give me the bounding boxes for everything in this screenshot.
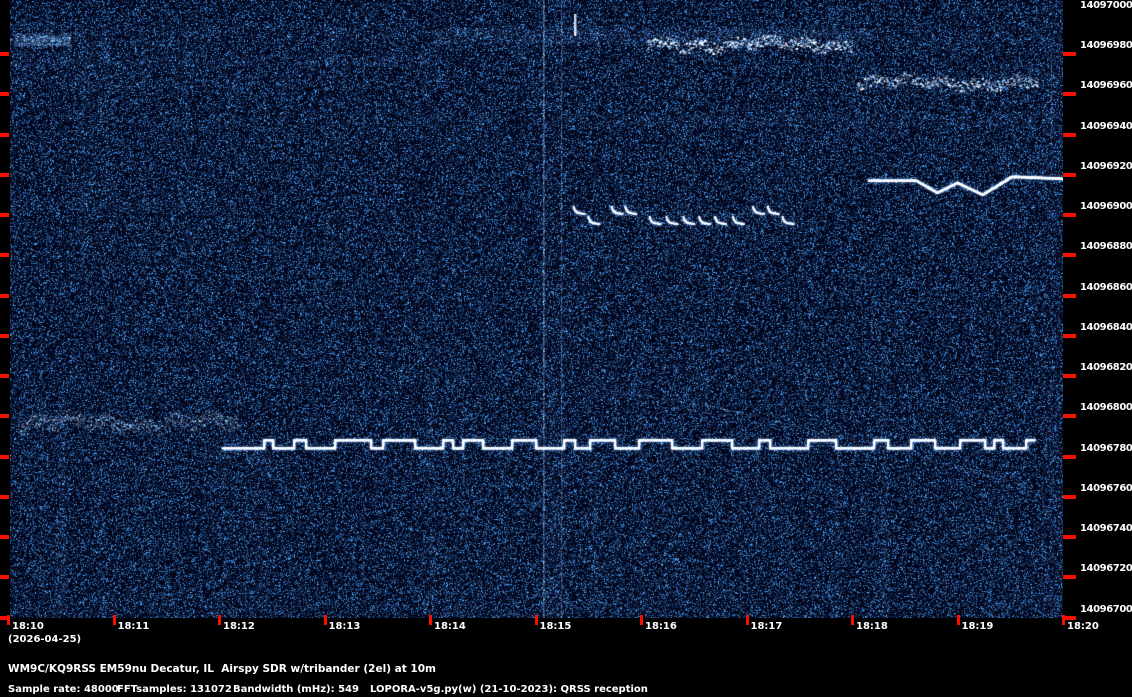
freq-tick-label: 14096820 bbox=[1080, 362, 1132, 373]
time-tick-label: 18:12 bbox=[223, 621, 255, 632]
freq-tick-right bbox=[1063, 172, 1076, 177]
time-tick bbox=[112, 615, 116, 625]
time-tick-label: 18:15 bbox=[539, 621, 572, 632]
freq-tick-left bbox=[0, 535, 9, 539]
freq-tick-left bbox=[0, 172, 9, 177]
time-tick-label: 18:20 bbox=[1067, 621, 1099, 632]
time-tick-label: 18:17 bbox=[750, 621, 783, 632]
param-sample-rate: Sample rate: 48000 bbox=[8, 684, 119, 695]
freq-tick-label: 14096880 bbox=[1080, 241, 1132, 253]
time-tick bbox=[323, 615, 327, 625]
time-tick bbox=[851, 615, 854, 625]
time-tick-label: 18:11 bbox=[117, 621, 150, 632]
freq-tick-left bbox=[0, 374, 9, 378]
freq-tick-right bbox=[1063, 535, 1076, 539]
freq-tick-right bbox=[1063, 253, 1076, 258]
freq-tick-left bbox=[0, 253, 9, 258]
time-tick bbox=[640, 615, 643, 625]
freq-tick-label: 14096720 bbox=[1080, 563, 1132, 575]
freq-tick-label: 14096940 bbox=[1080, 120, 1132, 132]
freq-tick-right bbox=[1063, 374, 1076, 378]
freq-tick-right bbox=[1063, 213, 1076, 217]
time-tick-label: 18:19 bbox=[961, 621, 994, 632]
date-label: (2026-04-25) bbox=[8, 634, 82, 645]
freq-tick-left bbox=[0, 333, 9, 338]
freq-tick-label: 14096840 bbox=[1080, 321, 1132, 333]
freq-tick-left bbox=[0, 293, 9, 298]
freq-tick-label: 14096780 bbox=[1080, 442, 1132, 454]
freq-tick-label: 14097000 bbox=[1080, 0, 1132, 11]
freq-tick-left bbox=[0, 92, 9, 97]
freq-tick-left bbox=[0, 454, 9, 459]
freq-tick-right bbox=[1063, 293, 1076, 298]
time-tick bbox=[429, 615, 432, 625]
freq-tick-left bbox=[0, 52, 9, 56]
freq-tick-label: 14096740 bbox=[1080, 523, 1132, 534]
freq-tick-left bbox=[0, 575, 9, 580]
time-tick-label: 18:16 bbox=[645, 621, 677, 632]
param-software-version: LOPORA-v5g.py(w) (21-10-2023): QRSS rece… bbox=[370, 684, 648, 695]
freq-tick-label: 14096960 bbox=[1080, 80, 1132, 92]
freq-tick-left bbox=[0, 414, 9, 419]
time-tick bbox=[218, 615, 221, 625]
freq-tick-right bbox=[1063, 92, 1076, 97]
time-tick bbox=[7, 615, 10, 625]
time-tick-label: 18:14 bbox=[434, 621, 466, 632]
freq-tick-label: 14096900 bbox=[1080, 201, 1132, 212]
time-tick-label: 18:13 bbox=[328, 621, 361, 632]
freq-tick-label: 14096700 bbox=[1080, 603, 1132, 615]
freq-tick-left bbox=[0, 494, 9, 499]
freq-tick-right bbox=[1063, 333, 1076, 338]
freq-tick-right bbox=[1063, 414, 1076, 419]
freq-tick-right bbox=[1063, 494, 1076, 499]
freq-tick-right bbox=[1063, 575, 1076, 580]
freq-tick-label: 14096920 bbox=[1080, 160, 1132, 172]
param-bandwidth: Bandwidth (mHz): 549 bbox=[233, 684, 359, 695]
time-tick bbox=[956, 615, 960, 625]
qrss-grabber-image: 14097000 14096980 14096960 14096940 14096920… bbox=[0, 0, 1132, 697]
spectrogram-canvas bbox=[10, 0, 1063, 618]
freq-tick-left bbox=[0, 213, 9, 217]
freq-tick-right bbox=[1063, 52, 1076, 56]
station-info-line: WM9C/KQ9RSS EM59nu Decatur, IL Airspy SD… bbox=[8, 663, 436, 675]
freq-tick-left bbox=[0, 132, 9, 137]
freq-tick-label: 14096760 bbox=[1080, 482, 1132, 494]
time-tick bbox=[1062, 615, 1065, 625]
freq-tick-label: 14096800 bbox=[1080, 402, 1132, 414]
time-tick-label: 18:10 bbox=[12, 621, 44, 632]
freq-tick-label: 14096860 bbox=[1080, 281, 1132, 293]
time-tick bbox=[745, 615, 749, 625]
param-fft-samples: FFTsamples: 131072 bbox=[117, 684, 232, 695]
freq-tick-right bbox=[1063, 454, 1076, 459]
time-tick-label: 18:18 bbox=[856, 621, 888, 632]
freq-tick-label: 14096980 bbox=[1080, 40, 1132, 51]
time-tick bbox=[534, 615, 538, 625]
freq-tick-right bbox=[1063, 132, 1076, 137]
